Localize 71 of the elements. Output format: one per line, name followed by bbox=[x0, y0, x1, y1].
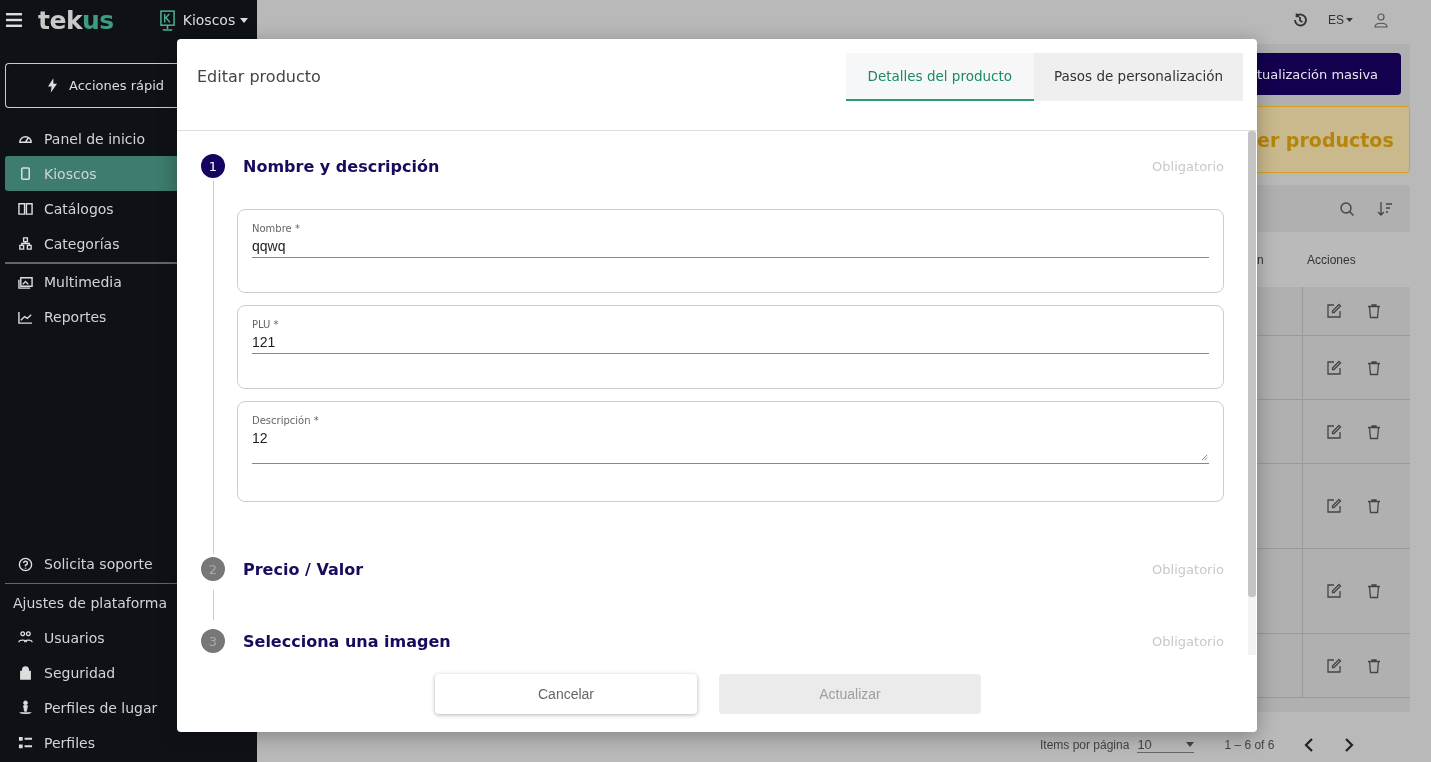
next-page-icon[interactable] bbox=[1344, 737, 1355, 753]
sidebar-item[interactable]: Catálogos bbox=[5, 191, 177, 226]
menu-icon[interactable] bbox=[6, 13, 22, 27]
sidebar-icon bbox=[18, 274, 33, 290]
column-header: Acciones bbox=[1306, 252, 1357, 267]
quick-actions-button[interactable]: Acciones rápid bbox=[5, 63, 177, 108]
sort-icon[interactable] bbox=[1377, 200, 1393, 217]
items-per-page-label: Items por página bbox=[1040, 738, 1130, 752]
sidebar-icon bbox=[18, 236, 33, 251]
sidebar-item[interactable]: Categorías bbox=[5, 226, 177, 261]
tab[interactable]: Detalles del producto bbox=[845, 53, 1034, 101]
sidebar-item[interactable]: Reportes bbox=[5, 299, 177, 335]
text-area[interactable]: 12 bbox=[252, 426, 1209, 464]
edit-icon[interactable] bbox=[1325, 423, 1342, 440]
language-selector[interactable]: ES bbox=[1328, 13, 1353, 27]
edit-icon[interactable] bbox=[1325, 657, 1342, 674]
delete-icon[interactable] bbox=[1365, 303, 1382, 319]
delete-icon[interactable] bbox=[1365, 583, 1382, 599]
input-field[interactable]: qqwq bbox=[252, 234, 1209, 258]
sidebar-icon bbox=[18, 309, 33, 325]
delete-icon[interactable] bbox=[1365, 498, 1382, 514]
sidebar-icon bbox=[18, 166, 33, 181]
history-icon[interactable] bbox=[1292, 12, 1308, 28]
delete-icon[interactable] bbox=[1365, 657, 1382, 674]
dialog-title: Editar producto bbox=[197, 67, 322, 86]
sidebar-item[interactable]: Seguridad bbox=[5, 655, 177, 690]
kiosk-icon bbox=[159, 9, 175, 31]
field-label: Descripción * bbox=[252, 415, 320, 426]
module-selector[interactable]: Kioscos bbox=[159, 9, 249, 31]
step-title[interactable]: Precio / Valor bbox=[243, 559, 1153, 579]
column-header: n bbox=[1257, 252, 1265, 267]
bulk-update-button[interactable]: tualización masiva bbox=[1257, 53, 1401, 95]
user-icon[interactable] bbox=[1373, 12, 1389, 28]
sidebar-item[interactable]: Perfiles bbox=[5, 725, 177, 760]
field-label: Nombre * bbox=[252, 223, 301, 234]
previous-page-icon[interactable] bbox=[1304, 737, 1315, 753]
resize-handle-icon[interactable] bbox=[1201, 454, 1208, 461]
caret-icon bbox=[1186, 742, 1195, 747]
delete-icon[interactable] bbox=[1365, 359, 1382, 376]
sidebar-icon bbox=[18, 630, 33, 645]
sidebar-item[interactable]: Usuarios bbox=[5, 620, 177, 655]
sidebar-icon bbox=[18, 665, 33, 680]
help-icon bbox=[18, 556, 33, 572]
search-icon[interactable] bbox=[1339, 200, 1355, 217]
sidebar-icon bbox=[18, 700, 33, 715]
section-title: Ajustes de plataforma bbox=[12, 593, 169, 613]
sidebar-icon bbox=[18, 735, 33, 750]
logo: tekus bbox=[38, 5, 114, 35]
sidebar-icon bbox=[18, 201, 33, 216]
sidebar-item[interactable]: Multimedia bbox=[5, 264, 177, 300]
input-field[interactable]: 121 bbox=[252, 330, 1209, 354]
edit-icon[interactable] bbox=[1325, 359, 1342, 376]
caret-icon bbox=[1346, 18, 1353, 22]
tab[interactable]: Pasos de personalización bbox=[1034, 53, 1243, 101]
page-range: 1 – 6 of 6 bbox=[1224, 738, 1275, 752]
bolt-icon bbox=[48, 78, 57, 93]
page-size-select[interactable]: 10 bbox=[1137, 737, 1195, 753]
edit-icon[interactable] bbox=[1325, 303, 1342, 319]
step-title[interactable]: Selecciona una imagen bbox=[243, 631, 1153, 651]
step-title[interactable]: Nombre y descripción bbox=[243, 156, 1153, 176]
step-number: 1 bbox=[201, 154, 225, 178]
caret-icon bbox=[240, 17, 249, 23]
delete-icon[interactable] bbox=[1365, 423, 1382, 440]
dialog-button[interactable]: Cancelar bbox=[435, 673, 697, 714]
support-link[interactable]: Solicita soporte bbox=[5, 546, 177, 582]
edit-icon[interactable] bbox=[1325, 583, 1342, 599]
scrollbar-thumb[interactable] bbox=[1248, 131, 1256, 597]
field-label: PLU * bbox=[252, 319, 280, 330]
sidebar-item[interactable]: Panel de inicio bbox=[5, 121, 177, 156]
sidebar-item[interactable]: Perfiles de lugar bbox=[5, 690, 177, 725]
edit-icon[interactable] bbox=[1325, 498, 1342, 514]
